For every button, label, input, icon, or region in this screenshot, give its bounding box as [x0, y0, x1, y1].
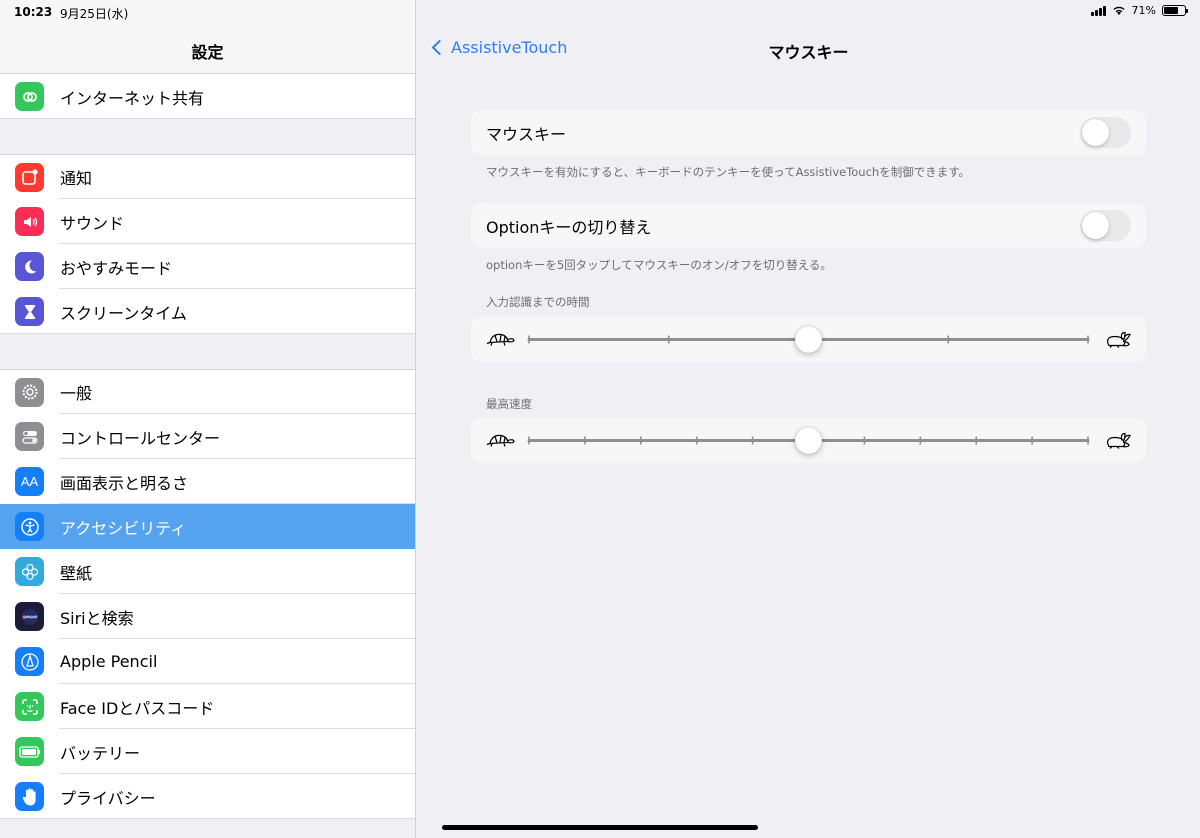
- turtle-legs: [486, 442, 506, 447]
- page-title: マウスキー: [768, 43, 849, 62]
- option-key-footnote: optionキーを5回タップしてマウスキーのオン/オフを切り替える。: [486, 258, 832, 272]
- row-separator: [0, 818, 415, 819]
- sidebar-item[interactable]: プライバシー: [0, 774, 415, 819]
- sidebar-item[interactable]: インターネット共有: [0, 74, 415, 119]
- sidebar-item[interactable]: 通知: [0, 154, 415, 199]
- initial-delay-slider-cell: [471, 317, 1146, 362]
- battery-icon: [15, 737, 44, 766]
- siri-icon: [15, 602, 44, 631]
- sidebar-item-label: Siriと検索: [60, 608, 134, 628]
- rabbit-head: [1122, 340, 1130, 347]
- row-separator: [0, 333, 415, 334]
- sidebar-item-label: 画面表示と明るさ: [60, 473, 189, 493]
- moon-icon: [15, 252, 44, 281]
- battery-percent: 71%: [1131, 4, 1156, 17]
- turtle-icon: [486, 333, 515, 346]
- sidebar-item[interactable]: アクセシビリティ: [0, 504, 415, 549]
- sidebar-item-label: 通知: [60, 169, 93, 188]
- face-id-icon: [15, 692, 44, 721]
- home-indicator: [442, 825, 758, 830]
- status-date: 9月25日(水): [60, 7, 129, 21]
- sidebar-item-label: おやすみモード: [60, 258, 173, 278]
- notifications-icon: [15, 162, 44, 192]
- detail-pane: AssistiveTouch マウスキー マウスキー マウスキーを有効にすると、…: [417, 0, 1200, 838]
- sidebar-item-label: プライバシー: [60, 788, 156, 808]
- sidebar-item-label: 一般: [60, 384, 93, 403]
- sidebar-item[interactable]: サウンド: [0, 199, 415, 244]
- hourglass-icon: [15, 297, 44, 326]
- pencil-icon: [15, 647, 44, 676]
- sidebar-item-label: アクセシビリティ: [60, 518, 187, 538]
- rabbit-body: [1107, 335, 1126, 347]
- slider-thumb[interactable]: [794, 426, 823, 455]
- status-time: 10:23: [14, 5, 53, 19]
- toggle-knob: [1082, 212, 1109, 239]
- rabbit-icon: [1107, 432, 1131, 449]
- speaker-icon: [15, 207, 44, 236]
- mouse-keys-cell: マウスキー: [471, 110, 1146, 155]
- rabbit-head: [1122, 441, 1130, 448]
- max-speed-slider[interactable]: [471, 418, 1146, 463]
- sidebar-item[interactable]: Siriと検索: [0, 594, 415, 639]
- sidebar-item[interactable]: バッテリー: [0, 729, 415, 774]
- sidebar-item-label: Face IDとパスコード: [60, 698, 215, 718]
- accessibility-icon: [15, 512, 44, 541]
- turtle-head: [507, 338, 515, 343]
- sidebar-item-label: 壁紙: [60, 563, 93, 583]
- settings-screen: 設定 インターネット共有 通知サウンドおやすみモード スクリーンタイム 一般コントロー…: [0, 0, 1200, 838]
- text-size-icon: AA: [15, 467, 44, 496]
- initial-delay-slider[interactable]: [471, 317, 1146, 362]
- max-speed-slider-cell: [471, 418, 1146, 463]
- mouse-keys-toggle[interactable]: [1080, 117, 1131, 148]
- turtle-icon: [486, 434, 515, 447]
- option-key-label: Optionキーの切り替え: [486, 217, 652, 237]
- sidebar-title: 設定: [191, 43, 224, 62]
- sidebar-item[interactable]: コントロールセンター: [0, 414, 415, 459]
- sidebar-item-label: コントロールセンター: [60, 428, 221, 448]
- hand-icon: [15, 782, 44, 811]
- toggles-icon: [15, 422, 44, 451]
- sidebar-item[interactable]: おやすみモード: [0, 244, 415, 289]
- battery-indicator-icon: [1162, 5, 1188, 16]
- sidebar-list: インターネット共有 通知サウンドおやすみモード スクリーンタイム 一般コントロールセン…: [0, 74, 415, 819]
- sidebar-item-label: Apple Pencil: [60, 652, 158, 671]
- rabbit-icon: [1107, 331, 1131, 348]
- sidebar-item-label: バッテリー: [60, 743, 141, 763]
- sidebar-item[interactable]: Apple Pencil: [0, 639, 415, 684]
- slider-thumb[interactable]: [794, 325, 823, 354]
- initial-delay-label: 入力認識までの時間: [486, 295, 590, 309]
- battery-fill: [1164, 7, 1179, 14]
- status-indicators: 71%: [1090, 4, 1188, 17]
- mouse-keys-label: マウスキー: [486, 124, 567, 144]
- mouse-keys-footnote: マウスキーを有効にすると、キーボードのテンキーを使ってAssistiveTouc…: [486, 165, 971, 179]
- sidebar-item[interactable]: 一般: [0, 369, 415, 414]
- sidebar-item[interactable]: 壁紙: [0, 549, 415, 594]
- cellular-signal-icon: [1090, 5, 1106, 16]
- toggle-knob: [1082, 119, 1109, 146]
- option-key-toggle[interactable]: [1080, 210, 1131, 241]
- sidebar-item-label: サウンド: [60, 213, 125, 233]
- sidebar-item-label: スクリーンタイム: [60, 303, 187, 323]
- flower-icon: [15, 557, 44, 586]
- turtle-shell: [489, 434, 509, 445]
- gear-icon: [15, 377, 44, 407]
- hotspot-icon: [15, 82, 44, 111]
- option-key-cell: Optionキーの切り替え: [471, 203, 1146, 248]
- max-speed-label: 最高速度: [486, 397, 532, 411]
- sidebar-item[interactable]: AA 画面表示と明るさ: [0, 459, 415, 504]
- sidebar-item-label: インターネット共有: [60, 88, 205, 108]
- sidebar-item[interactable]: スクリーンタイム: [0, 289, 415, 334]
- rabbit-body: [1107, 436, 1126, 448]
- wifi-icon: [1113, 6, 1125, 15]
- turtle-shell: [489, 333, 509, 344]
- row-separator: [0, 118, 415, 119]
- turtle-head: [507, 439, 515, 444]
- settings-sidebar: 設定 インターネット共有 通知サウンドおやすみモード スクリーンタイム 一般コントロー…: [0, 0, 416, 838]
- turtle-legs: [486, 341, 506, 346]
- sidebar-item[interactable]: Face IDとパスコード: [0, 684, 415, 729]
